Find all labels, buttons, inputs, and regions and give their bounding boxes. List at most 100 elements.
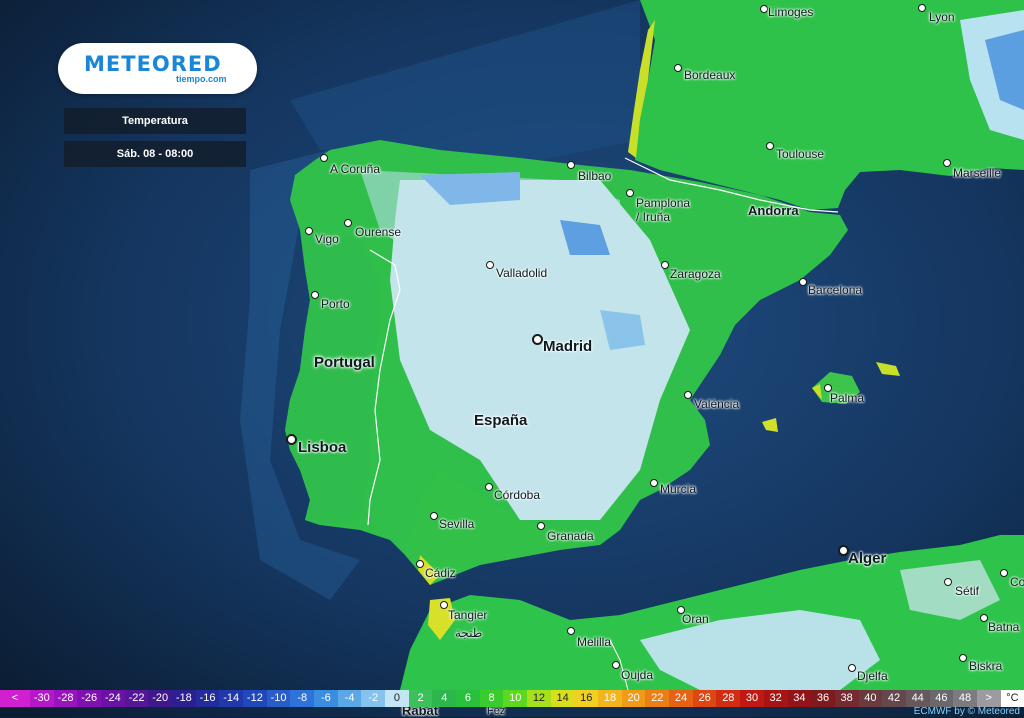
city-label-porto: Porto bbox=[321, 297, 350, 311]
legend-cell: -30 bbox=[30, 690, 54, 707]
legend-cell: 14 bbox=[550, 690, 575, 707]
city-label-sevilla: Sevilla bbox=[439, 517, 475, 531]
logo-site: tiempo.com bbox=[176, 74, 227, 84]
legend-cell: < bbox=[0, 690, 30, 707]
city-dot-madrid bbox=[532, 334, 543, 345]
legend-cell: -22 bbox=[124, 690, 149, 707]
legend-cell: 8 bbox=[479, 690, 504, 707]
legend-cell: -28 bbox=[53, 690, 78, 707]
city-dot-limoges bbox=[760, 5, 768, 13]
meteored-logo[interactable]: METEORED tiempo.com bbox=[58, 43, 257, 94]
city-label-alger: Alger bbox=[848, 550, 887, 567]
datetime-label: Sáb. 08 - 08:00 bbox=[64, 141, 246, 167]
city-label-vigo: Vigo bbox=[315, 232, 339, 246]
city-label-barcelona: Barcelona bbox=[808, 283, 863, 297]
city-label-setif: Sétif bbox=[955, 584, 980, 598]
city-label-marseille: Marseille bbox=[953, 166, 1002, 180]
city-label-granada: Granada bbox=[547, 529, 594, 543]
legend-cell: 18 bbox=[598, 690, 622, 707]
legend-cell: -16 bbox=[195, 690, 220, 707]
legend-cell: 12 bbox=[527, 690, 551, 707]
legend-cell: 46 bbox=[929, 690, 954, 707]
legend-cell: 6 bbox=[456, 690, 480, 707]
legend-cell: -18 bbox=[172, 690, 196, 707]
city-label-melilla: Melilla bbox=[577, 635, 612, 649]
city-label-andorra: Andorra bbox=[748, 203, 799, 218]
city-label-toulouse: Toulouse bbox=[776, 147, 825, 161]
city-label-zaragoza: Zaragoza bbox=[670, 267, 721, 281]
country-label-portugal: Portugal bbox=[314, 354, 375, 371]
legend-cell: 16 bbox=[574, 690, 599, 707]
city-dot-zaragoza bbox=[661, 261, 669, 269]
legend-cell: -4 bbox=[337, 690, 362, 707]
legend-cell: -6 bbox=[314, 690, 338, 707]
city-dot-tangier bbox=[440, 601, 448, 609]
city-label-limoges: Limoges bbox=[768, 5, 814, 19]
city-dot-barcelona bbox=[799, 278, 807, 286]
temperature-legend: < -30 -28 -26 -24 -22 -20 -18 -16 -14 -12 -10 -8 -6 -4… bbox=[0, 690, 1024, 707]
city-dot-melilla bbox=[567, 627, 575, 635]
legend-cell: 42 bbox=[882, 690, 906, 707]
city-label-lisboa: Lisboa bbox=[298, 439, 347, 456]
city-dot-bordeaux bbox=[674, 64, 682, 72]
city-label-co: Co bbox=[1010, 575, 1024, 589]
legend-cell: -2 bbox=[361, 690, 386, 707]
city-label-cadiz: Cádiz bbox=[425, 566, 456, 580]
city-dot-valencia bbox=[684, 391, 692, 399]
city-label-oujda: Oujda bbox=[621, 668, 654, 682]
city-dot-lisboa bbox=[286, 434, 297, 445]
legend-cell: 2 bbox=[408, 690, 433, 707]
city-dot-porto bbox=[311, 291, 319, 299]
city-label-murcia: Murcia bbox=[660, 482, 697, 496]
legend-cell: 38 bbox=[834, 690, 859, 707]
city-dot-ourense bbox=[344, 219, 352, 227]
city-dot-cordoba bbox=[485, 483, 493, 491]
legend-cell: 10 bbox=[503, 690, 528, 707]
city-label-tangier: Tangier bbox=[448, 608, 488, 622]
legend-cell: 34 bbox=[787, 690, 812, 707]
legend-cell: -8 bbox=[290, 690, 315, 707]
legend-cell: 40 bbox=[858, 690, 883, 707]
city-dot-marseille bbox=[943, 159, 951, 167]
credit-text: ECMWF by © Meteored bbox=[913, 706, 1020, 717]
legend-cell: -14 bbox=[219, 690, 244, 707]
legend-cell: -26 bbox=[77, 690, 102, 707]
legend-cell: 32 bbox=[763, 690, 788, 707]
city-dot-acoruna bbox=[320, 154, 328, 162]
city-dot-cadiz bbox=[416, 560, 424, 568]
legend-cell: -24 bbox=[101, 690, 125, 707]
city-dot-biskra bbox=[959, 654, 967, 662]
legend-cell: 20 bbox=[621, 690, 646, 707]
legend-cell: 28 bbox=[716, 690, 741, 707]
city-label-oran: Oran bbox=[682, 612, 709, 626]
city-dot-sevilla bbox=[430, 512, 438, 520]
city-dot-setif bbox=[944, 578, 952, 586]
city-dot-djelfa bbox=[848, 664, 856, 672]
legend-cell: > bbox=[976, 690, 1001, 707]
city-label-lyon: Lyon bbox=[929, 10, 955, 24]
legend-cell: 30 bbox=[740, 690, 764, 707]
city-dot-valladolid bbox=[486, 261, 494, 269]
city-dot-batna bbox=[980, 614, 988, 622]
city-dot-oujda bbox=[612, 661, 620, 669]
city-label-bordeaux: Bordeaux bbox=[684, 68, 736, 82]
city-dot-lyon bbox=[918, 4, 926, 12]
city-label-tangier-ar: طنجة bbox=[455, 626, 483, 640]
legend-cell: 26 bbox=[692, 690, 717, 707]
city-label-pamplona: Pamplona / Iruña bbox=[636, 196, 691, 224]
city-label-ourense: Ourense bbox=[355, 225, 402, 239]
legend-cell: -12 bbox=[243, 690, 267, 707]
city-dot-granada bbox=[537, 522, 545, 530]
legend-cell: 0 bbox=[385, 690, 409, 707]
legend-cell: °C bbox=[1000, 690, 1024, 707]
city-dot-co bbox=[1000, 569, 1008, 577]
legend-cell: 36 bbox=[811, 690, 835, 707]
city-label-valencia: València bbox=[694, 397, 740, 411]
city-dot-pamplona bbox=[626, 189, 634, 197]
city-label-valladolid: Valladolid bbox=[496, 266, 548, 280]
city-label-batna: Batna bbox=[988, 620, 1020, 634]
legend-cell: -10 bbox=[266, 690, 291, 707]
legend-cell: 4 bbox=[432, 690, 457, 707]
city-dot-toulouse bbox=[766, 142, 774, 150]
city-label-cordoba: Córdoba bbox=[494, 488, 541, 502]
